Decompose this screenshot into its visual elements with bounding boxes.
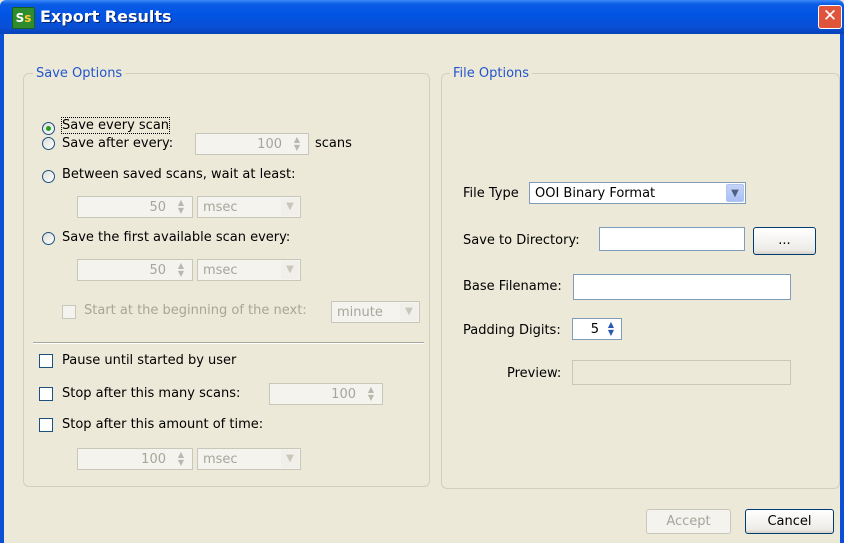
file-type-label: File Type xyxy=(463,186,519,201)
stop-after-time-label: Stop after this amount of time: xyxy=(62,417,264,432)
save-options-title: Save Options xyxy=(33,66,126,81)
save-every-scan-radio[interactable] xyxy=(42,122,55,135)
base-filename-input[interactable] xyxy=(573,274,791,300)
window-title: Export Results xyxy=(40,7,172,26)
title-bar[interactable]: Ss Export Results ✕ xyxy=(0,0,844,34)
save-to-directory-label: Save to Directory: xyxy=(463,233,580,248)
save-first-available-label: Save the first available scan every: xyxy=(62,230,291,245)
padding-digits-value: 5 xyxy=(590,322,599,337)
stop-after-time-spinner[interactable]: 100 ▲ ▼ xyxy=(77,448,193,470)
chevron-down-icon[interactable]: ▼ xyxy=(281,198,299,216)
between-saved-scans-unit-value: msec xyxy=(203,200,238,215)
between-saved-scans-label: Between saved scans, wait at least: xyxy=(62,167,296,182)
start-beginning-value: minute xyxy=(337,305,383,320)
start-beginning-checkbox[interactable] xyxy=(62,305,76,319)
start-beginning-select[interactable]: minute ▼ xyxy=(331,301,420,323)
stop-after-scans-checkbox[interactable] xyxy=(39,387,53,401)
stop-after-time-checkbox[interactable] xyxy=(39,418,53,432)
preview-label: Preview: xyxy=(507,366,562,381)
padding-digits-spinner[interactable]: 5 ▲ ▼ xyxy=(572,318,622,340)
save-to-directory-input[interactable] xyxy=(599,227,745,251)
file-options-title: File Options xyxy=(450,66,533,81)
file-type-select[interactable]: OOI Binary Format ▼ xyxy=(529,182,746,204)
window-frame-right xyxy=(840,34,844,543)
cancel-button[interactable]: Cancel xyxy=(745,509,834,534)
browse-button[interactable]: ... xyxy=(753,227,816,255)
spectrasuite-icon: Ss xyxy=(12,7,35,29)
close-button[interactable]: ✕ xyxy=(818,5,842,29)
separator xyxy=(33,342,424,344)
spinner-arrows-icon[interactable]: ▲ ▼ xyxy=(173,451,189,467)
window-frame-left xyxy=(0,34,4,543)
between-saved-scans-unit-select[interactable]: msec ▼ xyxy=(197,196,301,218)
scans-unit-label: scans xyxy=(315,136,352,151)
save-first-available-unit-select[interactable]: msec ▼ xyxy=(197,259,301,281)
save-after-every-label: Save after every: xyxy=(62,136,174,151)
save-first-available-radio[interactable] xyxy=(42,232,55,245)
save-after-every-spinner[interactable]: 100 ▲ ▼ xyxy=(195,133,309,155)
file-type-value: OOI Binary Format xyxy=(535,186,656,201)
preview-field xyxy=(572,360,791,385)
between-saved-scans-radio[interactable] xyxy=(42,170,55,183)
chevron-down-icon[interactable]: ▼ xyxy=(281,450,299,468)
between-saved-scans-spinner[interactable]: 50 ▲ ▼ xyxy=(77,196,193,218)
between-saved-scans-value: 50 xyxy=(149,200,166,215)
chevron-down-icon[interactable]: ▼ xyxy=(726,184,744,202)
start-beginning-label: Start at the beginning of the next: xyxy=(84,303,307,318)
stop-after-time-unit-select[interactable]: msec ▼ xyxy=(197,448,301,470)
save-first-available-value: 50 xyxy=(149,263,166,278)
base-filename-label: Base Filename: xyxy=(463,279,562,294)
spinner-arrows-icon[interactable]: ▲ ▼ xyxy=(603,321,619,337)
stop-after-scans-spinner[interactable]: 100 ▲ ▼ xyxy=(269,383,383,405)
stop-after-time-value: 100 xyxy=(141,452,166,467)
stop-after-time-unit-value: msec xyxy=(203,452,238,467)
spinner-arrows-icon[interactable]: ▲ ▼ xyxy=(363,386,379,402)
spinner-arrows-icon[interactable]: ▲ ▼ xyxy=(173,199,189,215)
padding-digits-label: Padding Digits: xyxy=(463,323,561,338)
save-every-scan-label: Save every scan xyxy=(60,117,171,134)
chevron-down-icon[interactable]: ▼ xyxy=(400,303,418,321)
accept-button[interactable]: Accept xyxy=(646,509,731,534)
stop-after-scans-label: Stop after this many scans: xyxy=(62,386,241,401)
stop-after-scans-value: 100 xyxy=(331,387,356,402)
chevron-down-icon[interactable]: ▼ xyxy=(281,261,299,279)
save-after-every-value: 100 xyxy=(257,137,282,152)
save-first-available-spinner[interactable]: 50 ▲ ▼ xyxy=(77,259,193,281)
pause-until-started-label: Pause until started by user xyxy=(62,353,237,368)
spinner-arrows-icon[interactable]: ▲ ▼ xyxy=(173,262,189,278)
spinner-arrows-icon[interactable]: ▲ ▼ xyxy=(289,136,305,152)
pause-until-started-checkbox[interactable] xyxy=(39,354,53,368)
save-first-available-unit-value: msec xyxy=(203,263,238,278)
save-after-every-radio[interactable] xyxy=(42,137,55,150)
